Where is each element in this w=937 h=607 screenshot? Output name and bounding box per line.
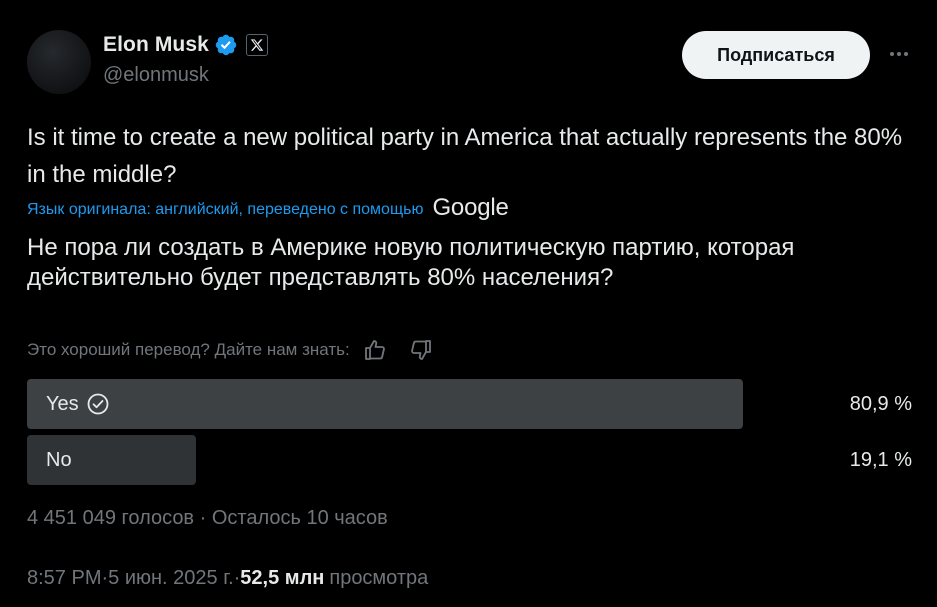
poll-meta: 4 451 049 голосов · Осталось 10 часов	[27, 507, 388, 530]
views-label: просмотра	[329, 567, 429, 589]
ellipsis-icon[interactable]	[884, 44, 914, 64]
subscribe-button[interactable]: Подписаться	[682, 31, 870, 79]
poll-bar-yes	[27, 379, 743, 429]
thumbs-down-icon[interactable]	[408, 337, 434, 363]
separator: ·	[194, 507, 212, 529]
author-name[interactable]: Elon Musk	[103, 33, 209, 57]
translation-source-link[interactable]: Язык оригинала: английский, переведено с…	[27, 201, 423, 219]
tweet-time[interactable]: 8:57 PM	[27, 567, 101, 590]
poll-label-no: No	[46, 435, 72, 485]
poll-percent-yes: 80,9 %	[849, 392, 912, 415]
author-name-row: Elon Musk	[103, 32, 268, 58]
verified-badge-icon[interactable]	[214, 33, 238, 57]
separator: ·	[233, 567, 241, 589]
tweet-footer: 8:57 PM · 5 июн. 2025 г. · 52,5 млн просм…	[27, 567, 428, 590]
poll-label-yes: Yes	[46, 379, 110, 429]
tweet-date[interactable]: 5 июн. 2025 г.	[108, 567, 233, 590]
checkmark-circle-icon	[87, 393, 109, 415]
poll-option-label: Yes	[46, 392, 79, 415]
poll-option-no: No 19,1 %	[27, 435, 912, 485]
translated-text: Не пора ли создать в Америке новую полит…	[27, 234, 795, 291]
x-affiliation-icon[interactable]	[245, 34, 268, 56]
poll-option-label: No	[46, 448, 72, 471]
translation-feedback: Это хороший перевод? Дайте нам знать:	[27, 337, 434, 363]
views-count[interactable]: 52,5 млн	[240, 567, 324, 590]
translation-attribution: Язык оригинала: английский, переведено с…	[27, 194, 509, 221]
separator: ·	[101, 567, 109, 589]
avatar[interactable]	[27, 30, 91, 94]
poll-remaining: Осталось 10 часов	[211, 507, 388, 529]
thumbs-up-icon[interactable]	[362, 337, 388, 363]
feedback-prompt: Это хороший перевод? Дайте нам знать:	[27, 340, 350, 359]
poll-option-yes: Yes 80,9 %	[27, 379, 912, 429]
poll-percent-no: 19,1 %	[849, 448, 912, 471]
author-handle[interactable]: @elonmusk	[103, 64, 209, 87]
tweet-text: Is it time to create a new political par…	[27, 124, 903, 188]
poll-votes: 4 451 049 голосов	[27, 507, 195, 529]
google-logo: Google	[432, 194, 509, 221]
